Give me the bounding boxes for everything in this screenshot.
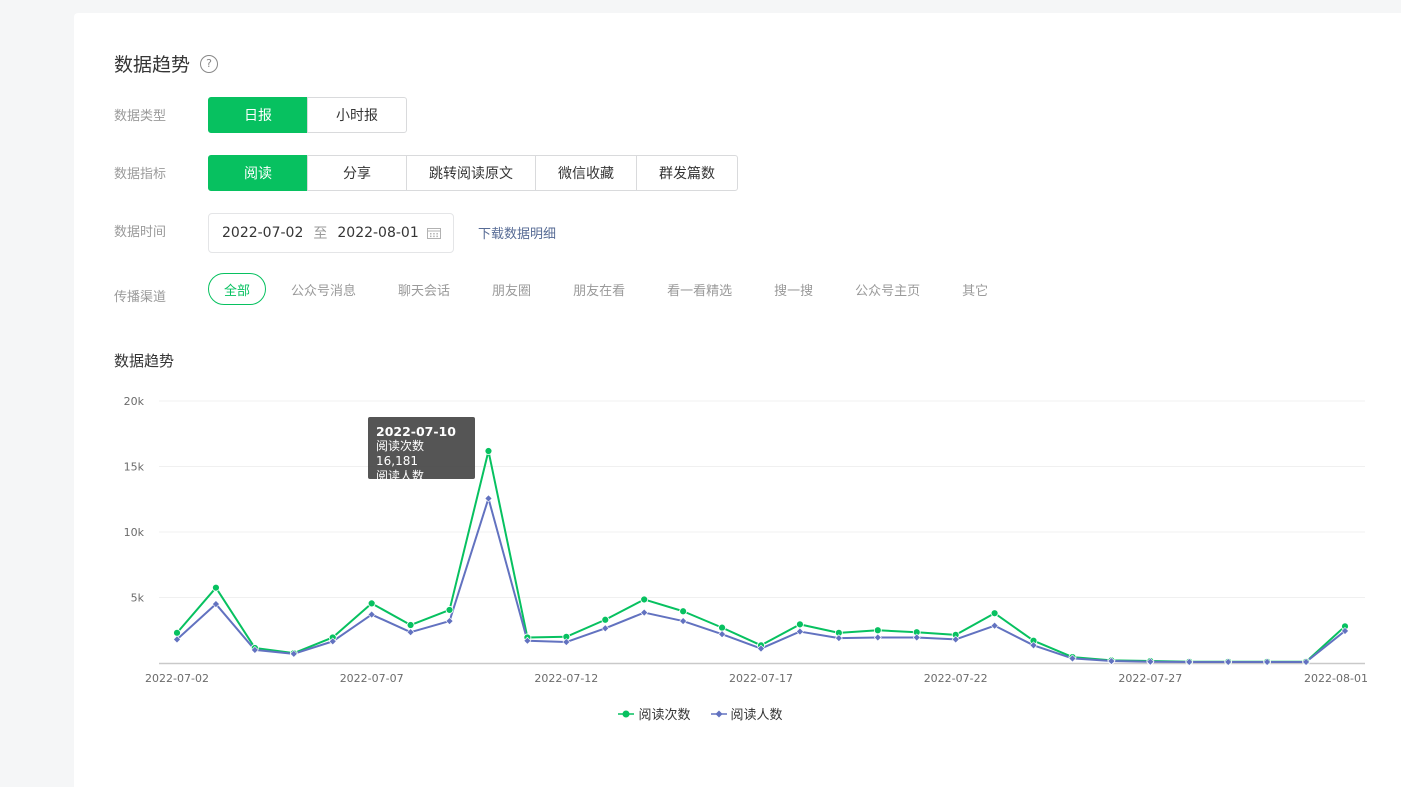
- legend-readers-label: 阅读人数: [730, 708, 783, 723]
- legend-reads-label: 阅读次数: [638, 708, 691, 723]
- y-tick-label: 5k: [131, 592, 145, 605]
- x-tick-label: 2022-07-22: [924, 672, 988, 685]
- y-tick-label: 15k: [124, 461, 145, 474]
- series-reads-point: [601, 615, 610, 624]
- series-reads-point: [173, 628, 181, 637]
- series-reads-point: [640, 595, 649, 604]
- series-reads-point: [406, 621, 415, 629]
- series-readers-point: [873, 633, 882, 642]
- chart-legend: 阅读次数 阅读人数: [0, 704, 1401, 723]
- series-readers-point: [445, 617, 454, 626]
- x-tick-label: 2022-07-02: [145, 672, 209, 685]
- legend-readers[interactable]: 阅读人数: [710, 704, 783, 723]
- series-readers-point: [990, 621, 999, 630]
- x-tick-label: 2022-07-12: [534, 672, 598, 685]
- series-readers-point: [484, 494, 493, 503]
- chart-tooltip: 2022-07-10 阅读次数 16,181 阅读人数 12,562: [368, 417, 475, 498]
- series-reads-point: [367, 599, 376, 608]
- legend-reads-symbol: [618, 710, 635, 717]
- tooltip-date: 2022-07-10: [376, 424, 456, 439]
- trend-chart: 5k 10k 15k 20k 2022-07-02 2022-07-07 2022-07-1…: [124, 395, 1368, 685]
- series-readers-point: [640, 608, 649, 617]
- series-reads-point: [484, 447, 493, 455]
- series-reads-line: [176, 450, 1346, 663]
- series-readers-point: [718, 630, 726, 639]
- legend-readers-symbol: [710, 710, 727, 717]
- x-tick-label: 2022-07-07: [340, 672, 404, 685]
- series-readers-point: [796, 627, 804, 636]
- x-tick-label: 2022-07-27: [1118, 672, 1182, 685]
- series-readers-point: [601, 624, 610, 633]
- series-reads-point: [796, 620, 804, 629]
- series-reads-point: [718, 623, 726, 632]
- x-tick-label: 2022-08-01: [1304, 672, 1368, 685]
- series-reads-point: [679, 607, 688, 616]
- y-tick-label: 20k: [124, 395, 145, 408]
- series-reads-point: [445, 606, 454, 614]
- tooltip-reads: 阅读次数 16,181: [376, 439, 425, 468]
- tooltip-readers: 阅读人数 12,562: [376, 469, 425, 498]
- series-readers-point: [406, 628, 415, 637]
- series-reads-point: [212, 583, 220, 592]
- series-reads-point: [873, 626, 882, 635]
- x-tick-label: 2022-07-17: [729, 672, 793, 685]
- y-tick-label: 10k: [124, 526, 145, 539]
- legend-reads[interactable]: 阅读次数: [618, 704, 691, 723]
- series-readers-point: [679, 617, 688, 626]
- series-reads-point: [990, 609, 999, 618]
- series-readers-line: [176, 497, 1346, 663]
